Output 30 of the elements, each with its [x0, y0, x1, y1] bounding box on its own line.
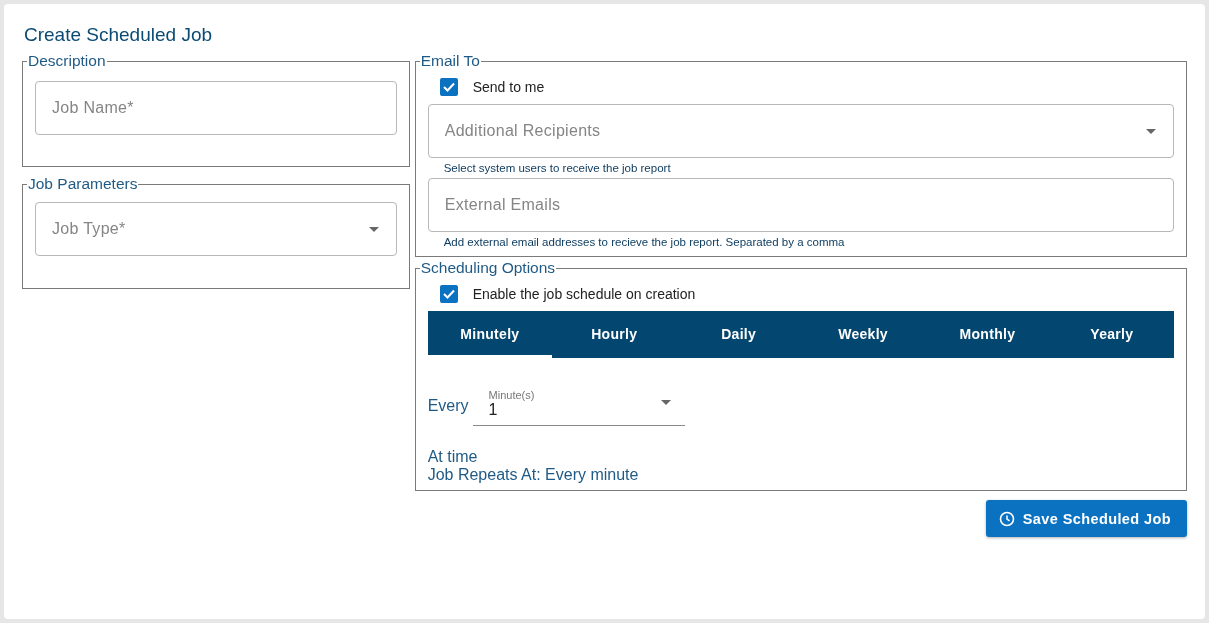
dropdown-caret-icon[interactable]	[1146, 129, 1156, 134]
additional-recipients-dropdown[interactable]: Additional Recipients	[427, 104, 1174, 158]
job-type-dropdown[interactable]: Job Type*	[35, 202, 397, 256]
panel-legend: Description	[27, 52, 107, 70]
dropdown-caret-icon[interactable]	[660, 399, 671, 405]
job-name-field[interactable]: Job Name*	[35, 81, 397, 135]
frequency-tab[interactable]: Daily	[676, 311, 801, 358]
checkbox-label: Send to me	[472, 79, 545, 95]
checkbox[interactable]	[439, 285, 458, 303]
checkbox-label: Enable the job schedule on creation	[472, 286, 696, 302]
helper-text: Select system users to receive the job report	[443, 162, 672, 174]
helper-text: Add external email addresses to recieve the job report. Separated by a comma	[443, 236, 846, 248]
frequency-tab[interactable]: Weekly	[800, 311, 926, 358]
frequency-tab[interactable]: Yearly	[1049, 311, 1174, 358]
frequency-tab[interactable]: Hourly	[552, 311, 677, 358]
repeat-summary: Job Repeats At: Every minute	[427, 466, 640, 484]
page-title: Create Scheduled Job	[24, 24, 213, 47]
panel-legend: Email To	[419, 52, 481, 70]
checkbox[interactable]	[439, 78, 458, 96]
frequency-tab[interactable]: Minutely	[427, 311, 553, 358]
dropdown-caret-icon[interactable]	[368, 227, 379, 232]
save-button[interactable]: Save Scheduled Job	[985, 500, 1187, 537]
panel-legend: Job Parameters	[27, 175, 139, 193]
minutes-dropdown[interactable]: Minute(s) 1	[472, 389, 685, 426]
panel-legend: Scheduling Options	[419, 259, 557, 277]
frequency-tab[interactable]: Monthly	[925, 311, 1050, 358]
every-label: Every	[427, 397, 469, 415]
clock-icon	[998, 510, 1015, 527]
at-time-label: At time	[427, 448, 479, 466]
external-emails-field[interactable]: External Emails	[427, 178, 1174, 232]
